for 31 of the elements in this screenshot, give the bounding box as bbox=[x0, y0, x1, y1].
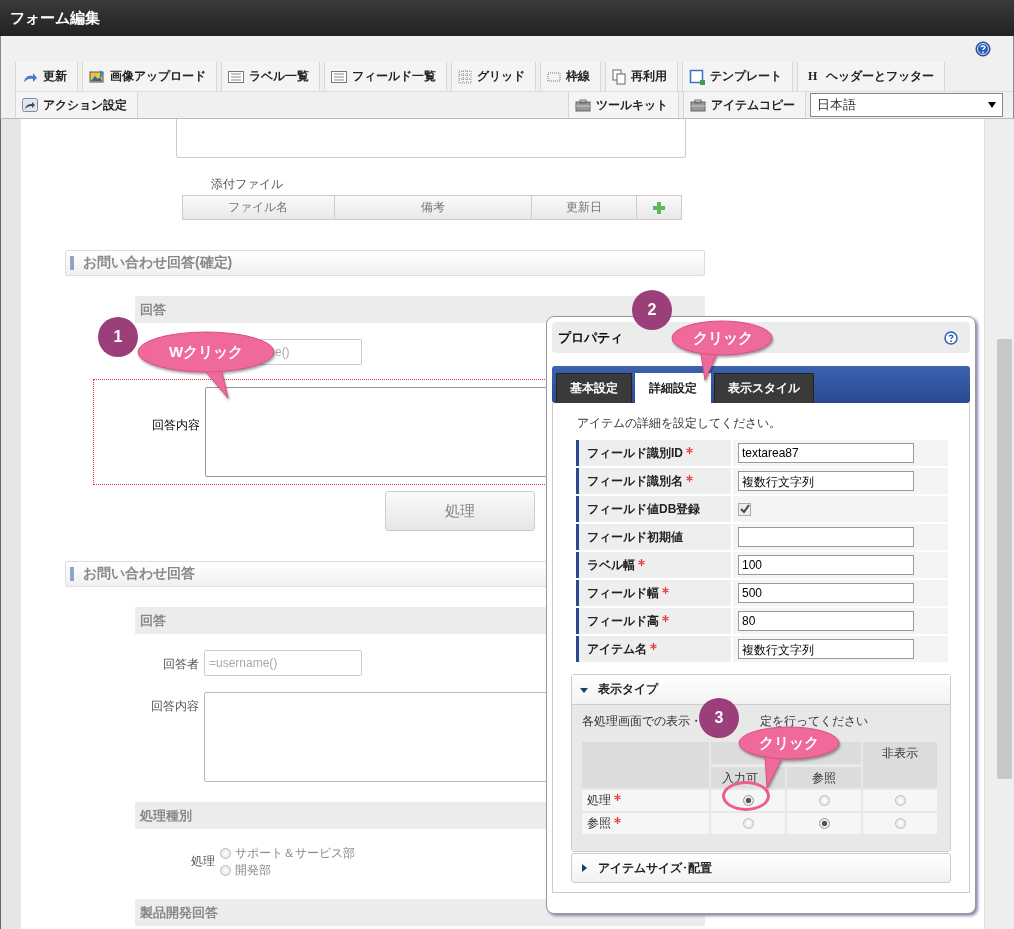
column-header: ファイル名 bbox=[181, 195, 334, 220]
property-label: フィールド値DB登録 bbox=[576, 496, 731, 522]
instruction-text: 各処理画面での表示・ bbox=[582, 713, 702, 730]
window-title: フォーム編集 bbox=[10, 8, 100, 28]
field-label: 回答者 bbox=[162, 657, 199, 671]
callout-tooltip: Wクリック bbox=[135, 330, 277, 400]
section-header: お問い合わせ回答(確定) bbox=[64, 250, 705, 276]
field-label: 回答内容 bbox=[151, 418, 200, 432]
attachments-label: 添付ファイル bbox=[210, 176, 284, 192]
property-label: フィールド初期値 bbox=[576, 524, 731, 550]
callout-tooltip: クリック bbox=[670, 320, 775, 382]
step-badge: 1 bbox=[98, 317, 138, 357]
property-label: フィールド識別名 bbox=[576, 468, 731, 494]
radio-label: サポート＆サービス部 bbox=[234, 845, 355, 862]
column-header: 備考 bbox=[333, 195, 531, 220]
property-label: フィールド高 bbox=[576, 608, 731, 634]
column-header: 更新日 bbox=[530, 195, 636, 220]
dialog-title: プロパティ bbox=[558, 328, 623, 347]
property-label: フィールド識別ID bbox=[576, 440, 731, 466]
instruction-text: 定を行ってください bbox=[760, 713, 868, 730]
property-label: フィールド幅 bbox=[576, 580, 731, 606]
step-badge: 2 bbox=[632, 290, 672, 330]
field-label: 回答内容 bbox=[150, 699, 199, 713]
column-header: 参照 bbox=[787, 766, 861, 788]
header-icon: H bbox=[808, 69, 818, 84]
property-label: ラベル幅 bbox=[576, 552, 731, 578]
column-header: 非表示 bbox=[863, 742, 937, 788]
property-label: アイテム名 bbox=[576, 636, 731, 662]
radio-label: 開発部 bbox=[234, 862, 271, 879]
row-label: 参照 bbox=[587, 815, 611, 832]
field-label: 処理 bbox=[190, 854, 215, 868]
